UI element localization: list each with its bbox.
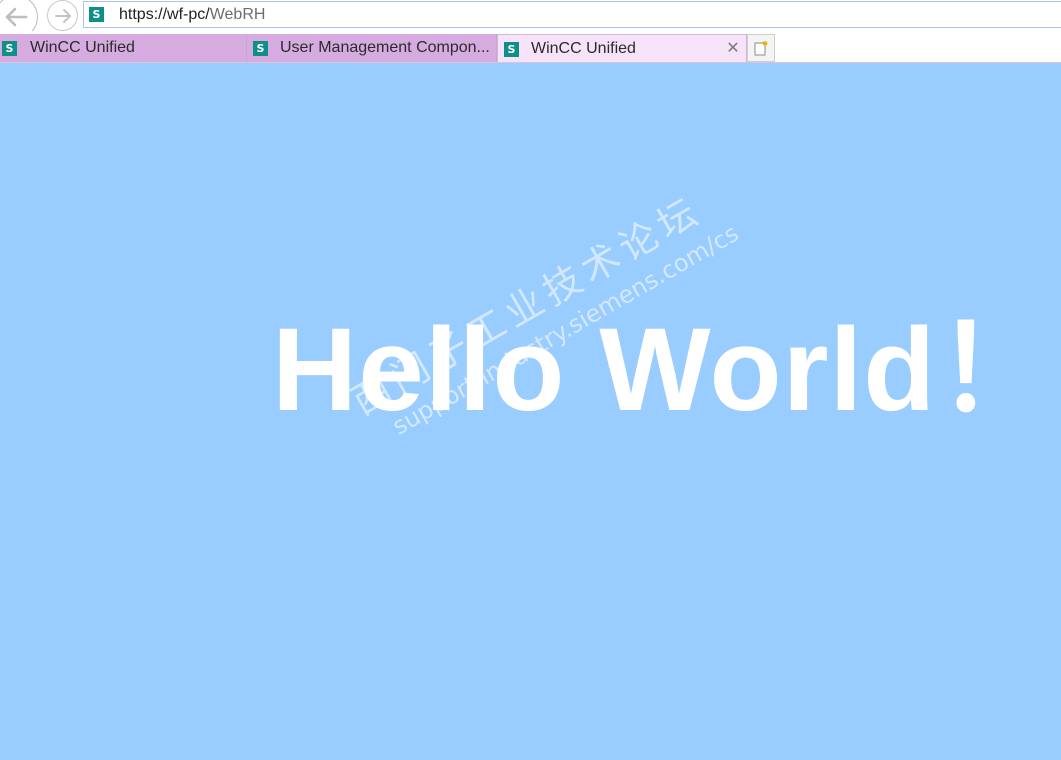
tab-user-management[interactable]: S User Management Compon... — [247, 34, 497, 62]
tab-strip: S WinCC Unified S User Management Compon… — [0, 31, 1061, 63]
tab-label: WinCC Unified — [531, 40, 636, 57]
forward-arrow-icon — [54, 8, 71, 23]
tab-favicon-icon: S — [253, 41, 268, 56]
url-path: WebRH — [209, 6, 266, 23]
tab-label: WinCC Unified — [30, 39, 135, 56]
close-tab-icon[interactable]: ✕ — [723, 38, 743, 58]
address-field[interactable]: S https://wf-pc/WebRH — [83, 1, 1061, 28]
site-favicon-icon: S — [89, 7, 104, 22]
tab-wincc-unified-1[interactable]: S WinCC Unified — [0, 34, 247, 62]
new-tab-icon — [754, 41, 768, 56]
new-tab-button[interactable] — [747, 34, 775, 62]
page-content: Hello World！ 西门子工业技术论坛 support.industry.… — [0, 63, 1061, 760]
tab-wincc-unified-active[interactable]: S WinCC Unified ✕ — [497, 34, 747, 62]
back-arrow-icon — [5, 7, 28, 27]
url-text: https://wf-pc/WebRH — [119, 6, 265, 24]
tab-favicon-icon: S — [2, 41, 17, 56]
forward-button[interactable] — [47, 0, 78, 31]
tab-label: User Management Compon... — [280, 39, 490, 56]
address-bar-row: S https://wf-pc/WebRH — [0, 0, 1061, 39]
tab-favicon-icon: S — [504, 42, 519, 57]
url-base: https://wf-pc/ — [119, 6, 210, 23]
